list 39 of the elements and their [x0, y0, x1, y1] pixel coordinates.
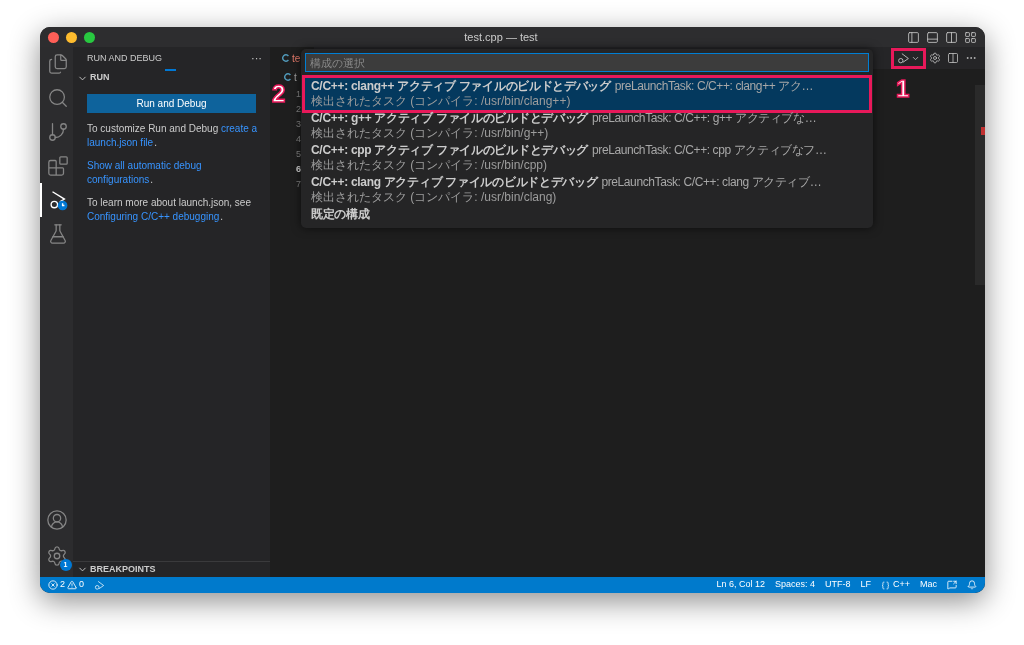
section-header[interactable]: BREAKPOINTS: [90, 562, 156, 577]
help-text: .: [150, 173, 154, 187]
line-number: 1: [296, 87, 302, 101]
link[interactable]: Show all automatic debug: [87, 159, 202, 173]
link[interactable]: create a: [220, 122, 258, 136]
line-number: 6: [296, 162, 302, 176]
more-actions-button[interactable]: ···: [251, 50, 262, 67]
callout-number: 2: [272, 82, 286, 106]
help-text: To customize Run and Debug: [87, 122, 220, 136]
status-item[interactable]: Spaces: 4: [774, 578, 815, 592]
line-number: 7: [296, 177, 302, 191]
problems-indicator[interactable]: 2 0: [48, 578, 85, 592]
help-text: .: [220, 210, 224, 224]
configuration-option[interactable]: C/C++: cpp アクティブ ファイルのビルドとデバッグ preLaunchTask: C/C++: cpp アクティブなフ… 検出されたタスク (コンパイラ: /usr/bin/cpp): [305, 142, 869, 174]
link[interactable]: configurations: [87, 173, 150, 187]
status-item[interactable]: UTF-8: [824, 578, 851, 592]
run-and-debug-button[interactable]: Run and Debug: [87, 94, 256, 113]
search-field[interactable]: 構成の選択: [305, 53, 869, 72]
configuration-option[interactable]: C/C++: g++ アクティブ ファイルのビルドとデバッグ preLaunchTask: C/C++: g++ アクティブな… 検出されたタスク (コンパイラ: /usr/bin/g++): [305, 110, 869, 142]
language-mode[interactable]: C++: [880, 578, 910, 592]
line-number: 3: [296, 117, 302, 131]
link[interactable]: Configuring C/C++ debugging: [87, 210, 220, 224]
line-number: 5: [296, 147, 302, 161]
status-item[interactable]: Mac: [920, 578, 937, 592]
help-text: To learn more about launch.json, see: [87, 196, 251, 210]
configuration-option[interactable]: 既定の構成: [305, 206, 869, 223]
line-number: 2: [296, 102, 302, 116]
sidebar-title: RUN AND DEBUG: [87, 51, 162, 65]
help-text: .: [154, 136, 157, 150]
section-header[interactable]: RUN: [90, 71, 110, 85]
callout-number: 1: [896, 76, 910, 101]
status-item[interactable]: LF: [860, 578, 871, 592]
line-number: 4: [296, 132, 302, 146]
breadcrumb[interactable]: t: [294, 69, 297, 85]
status-item[interactable]: Ln 6, Col 12: [716, 578, 765, 592]
link[interactable]: launch.json file: [87, 136, 154, 150]
configuration-option[interactable]: C/C++: clang++ アクティブ ファイルのビルドとデバッグ preLaunchTask: C/C++: clang++ アク… 検出されたタスク (コンパイラ: /usr/bin/clang++): [305, 78, 869, 110]
configuration-option[interactable]: C/C++: clang アクティブ ファイルのビルドとデバッグ preLaunchTask: C/C++: clang アクティブ… 検出されたタスク (コンパイラ: /usr/bin/clang): [305, 174, 869, 206]
window-title: test.cpp — test: [463, 29, 539, 45]
